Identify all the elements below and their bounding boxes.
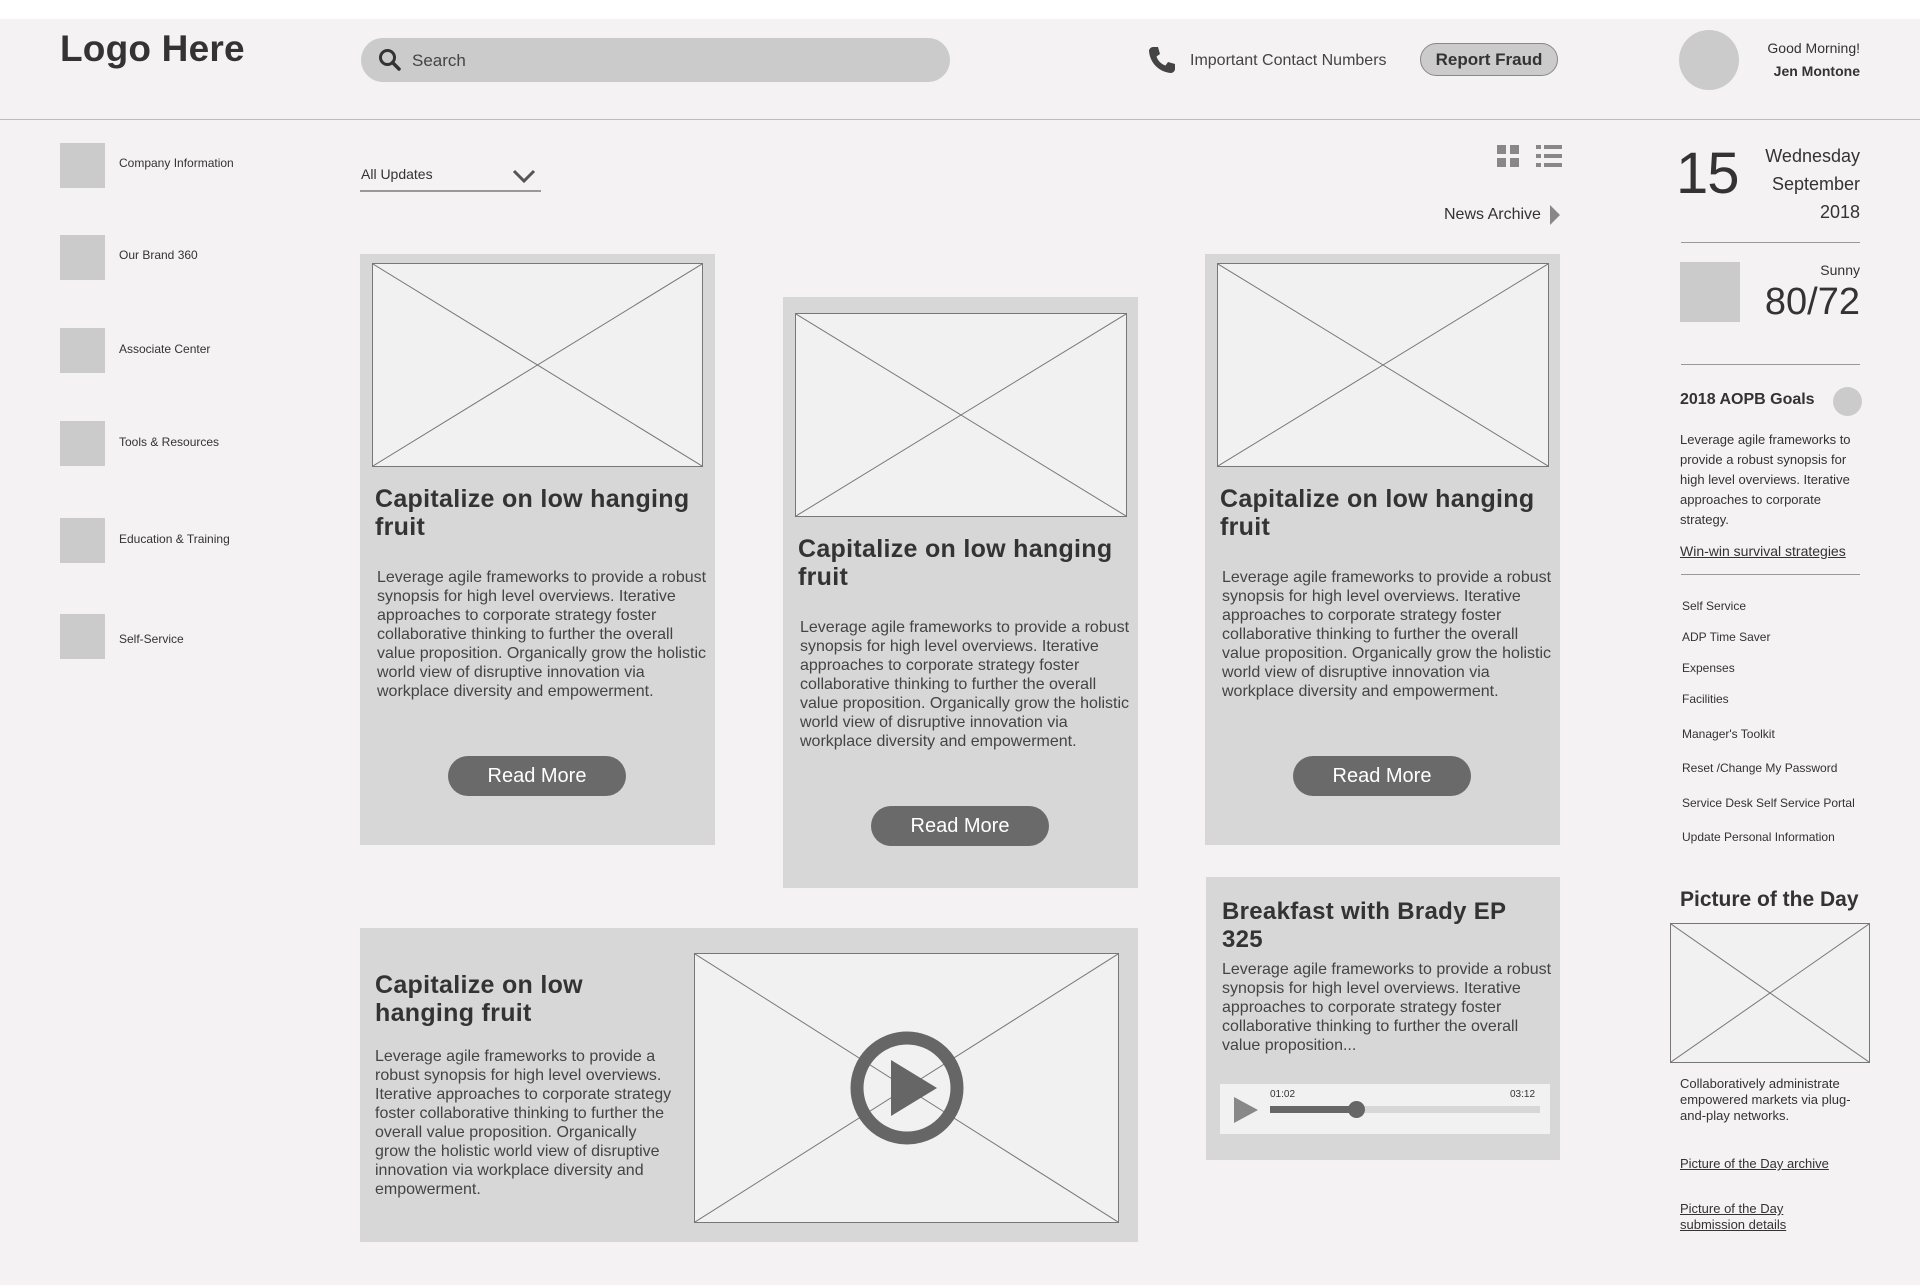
phone-icon[interactable] <box>1146 44 1178 76</box>
card-body: Leverage agile frameworks to provide a r… <box>800 619 1130 750</box>
audio-progress-fill <box>1270 1106 1357 1113</box>
grid-view-icon[interactable] <box>1497 145 1519 167</box>
sidebar-icon-education-training[interactable] <box>60 518 105 563</box>
contact-numbers-link[interactable]: Important Contact Numbers <box>1190 52 1387 70</box>
report-fraud-button[interactable]: Report Fraud <box>1420 43 1558 76</box>
video-card-body: Leverage agile frameworks to provide a r… <box>375 1048 672 1198</box>
goals-title: 2018 AOPB Goals <box>1680 391 1815 408</box>
quick-link-adp[interactable]: ADP Time Saver <box>1682 630 1770 644</box>
potd-archive-link[interactable]: Picture of the Day archive <box>1680 1156 1829 1171</box>
news-card: Capitalize on low hanging fruit Leverage… <box>1205 254 1560 845</box>
play-icon[interactable] <box>1232 1095 1260 1125</box>
goals-link[interactable]: Win-win survival strategies <box>1680 543 1846 559</box>
potd-caption: Collaboratively administrate empowered m… <box>1680 1076 1851 1123</box>
quick-link-facilities[interactable]: Facilities <box>1682 692 1729 706</box>
audio-progress-track[interactable] <box>1270 1101 1540 1118</box>
audio-scrubber[interactable] <box>1348 1101 1366 1118</box>
greeting: Good Morning! <box>1767 40 1860 56</box>
sidebar-icon-tools-resources[interactable] <box>60 421 105 466</box>
card-title[interactable]: Capitalize on low hanging fruit <box>375 485 705 541</box>
duration: 03:12 <box>1510 1089 1536 1100</box>
card-body: Leverage agile frameworks to provide a r… <box>377 569 707 700</box>
play-icon[interactable] <box>849 1030 965 1146</box>
date-month: September <box>1771 174 1860 194</box>
goals-body: Leverage agile frameworks to provide a r… <box>1680 432 1851 527</box>
sidebar-item-company-information[interactable]: Company Information <box>119 156 234 170</box>
divider <box>1681 574 1860 575</box>
read-more-button[interactable]: Read More <box>448 756 626 796</box>
quick-link-self-service[interactable]: Self Service <box>1682 599 1746 613</box>
avatar[interactable] <box>1679 30 1739 90</box>
divider <box>1681 364 1860 365</box>
date-year: 2018 <box>1819 202 1860 222</box>
news-card: Capitalize on low hanging fruit Leverage… <box>360 254 715 845</box>
read-more-button[interactable]: Read More <box>1293 756 1471 796</box>
search-input[interactable]: Search <box>412 51 466 71</box>
image-placeholder <box>1217 263 1549 467</box>
search-bar[interactable]: Search <box>361 38 950 82</box>
card-title[interactable]: Capitalize on low hanging fruit <box>798 535 1128 591</box>
sidebar-icon-self-service[interactable] <box>60 614 105 659</box>
read-more-button[interactable]: Read More <box>871 806 1049 846</box>
potd-image[interactable] <box>1670 923 1870 1063</box>
news-archive-link[interactable]: News Archive <box>1444 206 1541 224</box>
current-time: 01:02 <box>1270 1089 1296 1100</box>
news-card: Capitalize on low hanging fruit Leverage… <box>783 297 1138 888</box>
logo[interactable]: Logo Here <box>60 28 245 70</box>
quick-link-update-info[interactable]: Update Personal Information <box>1682 830 1835 844</box>
list-view-icon[interactable] <box>1536 145 1562 167</box>
chevron-down-icon <box>512 169 536 184</box>
date-weekday: Wednesday <box>1765 146 1860 166</box>
temperature: 80/72 <box>1764 281 1860 323</box>
image-placeholder <box>372 263 703 467</box>
sidebar-item-our-brand[interactable]: Our Brand 360 <box>119 248 198 262</box>
updates-filter-dropdown[interactable]: All Updates <box>360 165 541 192</box>
potd-submission-link[interactable]: Picture of the Day submission details <box>1680 1201 1830 1233</box>
podcast-body: Leverage agile frameworks to provide a r… <box>1222 961 1552 1054</box>
search-icon <box>379 49 401 71</box>
goals-icon <box>1833 387 1862 416</box>
sidebar-item-associate-center[interactable]: Associate Center <box>119 342 210 356</box>
video-card-title[interactable]: Capitalize on low hanging fruit <box>375 971 665 1027</box>
quick-link-reset-password[interactable]: Reset /Change My Password <box>1682 761 1837 775</box>
filter-value: All Updates <box>361 166 433 182</box>
sidebar-item-self-service[interactable]: Self-Service <box>119 632 184 646</box>
user-name[interactable]: Jen Montone <box>1740 63 1860 79</box>
quick-link-expenses[interactable]: Expenses <box>1682 661 1735 675</box>
header-divider <box>0 119 1920 120</box>
arrow-right-icon[interactable] <box>1548 203 1562 227</box>
potd-title: Picture of the Day <box>1680 888 1859 911</box>
sidebar-item-education-training[interactable]: Education & Training <box>119 532 230 546</box>
card-body: Leverage agile frameworks to provide a r… <box>1222 569 1552 700</box>
divider <box>1681 242 1860 243</box>
top-strip <box>0 0 1920 19</box>
video-card: Capitalize on low hanging fruit Leverage… <box>360 928 1138 1242</box>
weather-condition: Sunny <box>1820 262 1860 278</box>
image-placeholder <box>795 313 1127 517</box>
sidebar-item-tools-resources[interactable]: Tools & Resources <box>119 435 219 449</box>
audio-player[interactable]: 01:02 03:12 <box>1220 1084 1550 1134</box>
card-title[interactable]: Capitalize on low hanging fruit <box>1220 485 1550 541</box>
podcast-title[interactable]: Breakfast with Brady EP 325 <box>1222 898 1552 954</box>
sidebar-icon-our-brand[interactable] <box>60 235 105 280</box>
sidebar-icon-associate-center[interactable] <box>60 328 105 373</box>
weather-icon <box>1680 262 1740 322</box>
quick-link-managers-toolkit[interactable]: Manager's Toolkit <box>1682 727 1775 741</box>
quick-link-service-desk[interactable]: Service Desk Self Service Portal <box>1682 796 1855 810</box>
sidebar-icon-company-information[interactable] <box>60 143 105 188</box>
